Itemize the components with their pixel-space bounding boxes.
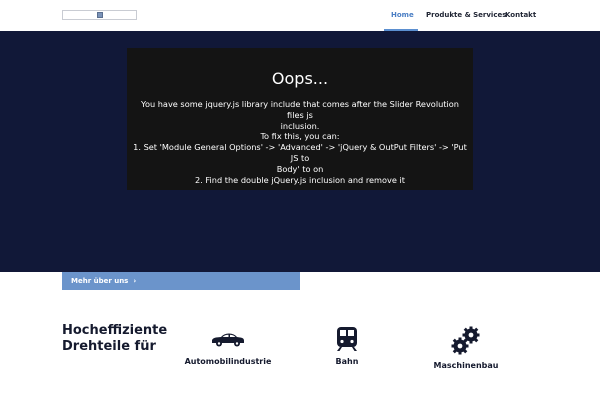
error-line: inclusion.: [280, 120, 320, 131]
error-line: Body' to on: [276, 163, 324, 174]
feature-automobilindustrie: Automobilindustrie: [168, 326, 288, 366]
error-line: You have some jquery.js library include …: [141, 99, 459, 120]
feature-label: Maschinenbau: [433, 361, 499, 370]
cta-label: Mehr über uns: [71, 277, 129, 285]
gears-icon: [451, 326, 480, 355]
mehr-ueber-uns-button[interactable]: Mehr über uns ›: [62, 272, 300, 290]
error-message: You have some jquery.js library include …: [133, 99, 467, 185]
slider-error-box: Oops... You have some jquery.js library …: [127, 48, 473, 190]
feature-maschinenbau: Maschinenbau: [406, 326, 526, 370]
error-title: Oops...: [271, 69, 329, 88]
section-heading-line: Drehteile für: [62, 339, 156, 354]
section-heading-line: Hocheffiziente: [62, 323, 168, 338]
error-line: To fix this, you can:: [260, 131, 340, 142]
chevron-right-icon: ›: [133, 277, 137, 285]
section-heading: Hocheffiziente Drehteile für: [62, 323, 182, 355]
main-nav: Home Produkte & Services Kontakt: [0, 0, 600, 31]
feature-label: Bahn: [335, 357, 359, 366]
train-icon: [337, 327, 357, 351]
car-icon: [212, 333, 244, 347]
feature-label: Automobilindustrie: [184, 357, 272, 366]
error-line: 1. Set 'Module General Options' -> 'Adva…: [133, 142, 467, 163]
error-line: 2. Find the double jQuery.js inclusion a…: [194, 174, 406, 185]
nav-item-kontakt[interactable]: Kontakt: [505, 11, 536, 19]
nav-item-home[interactable]: Home: [391, 11, 414, 19]
feature-bahn: Bahn: [287, 326, 407, 366]
nav-item-produkte-services[interactable]: Produkte & Services: [426, 11, 506, 19]
hero-slider: Oops... You have some jquery.js library …: [0, 31, 600, 272]
site-header: Home Produkte & Services Kontakt: [0, 0, 600, 31]
